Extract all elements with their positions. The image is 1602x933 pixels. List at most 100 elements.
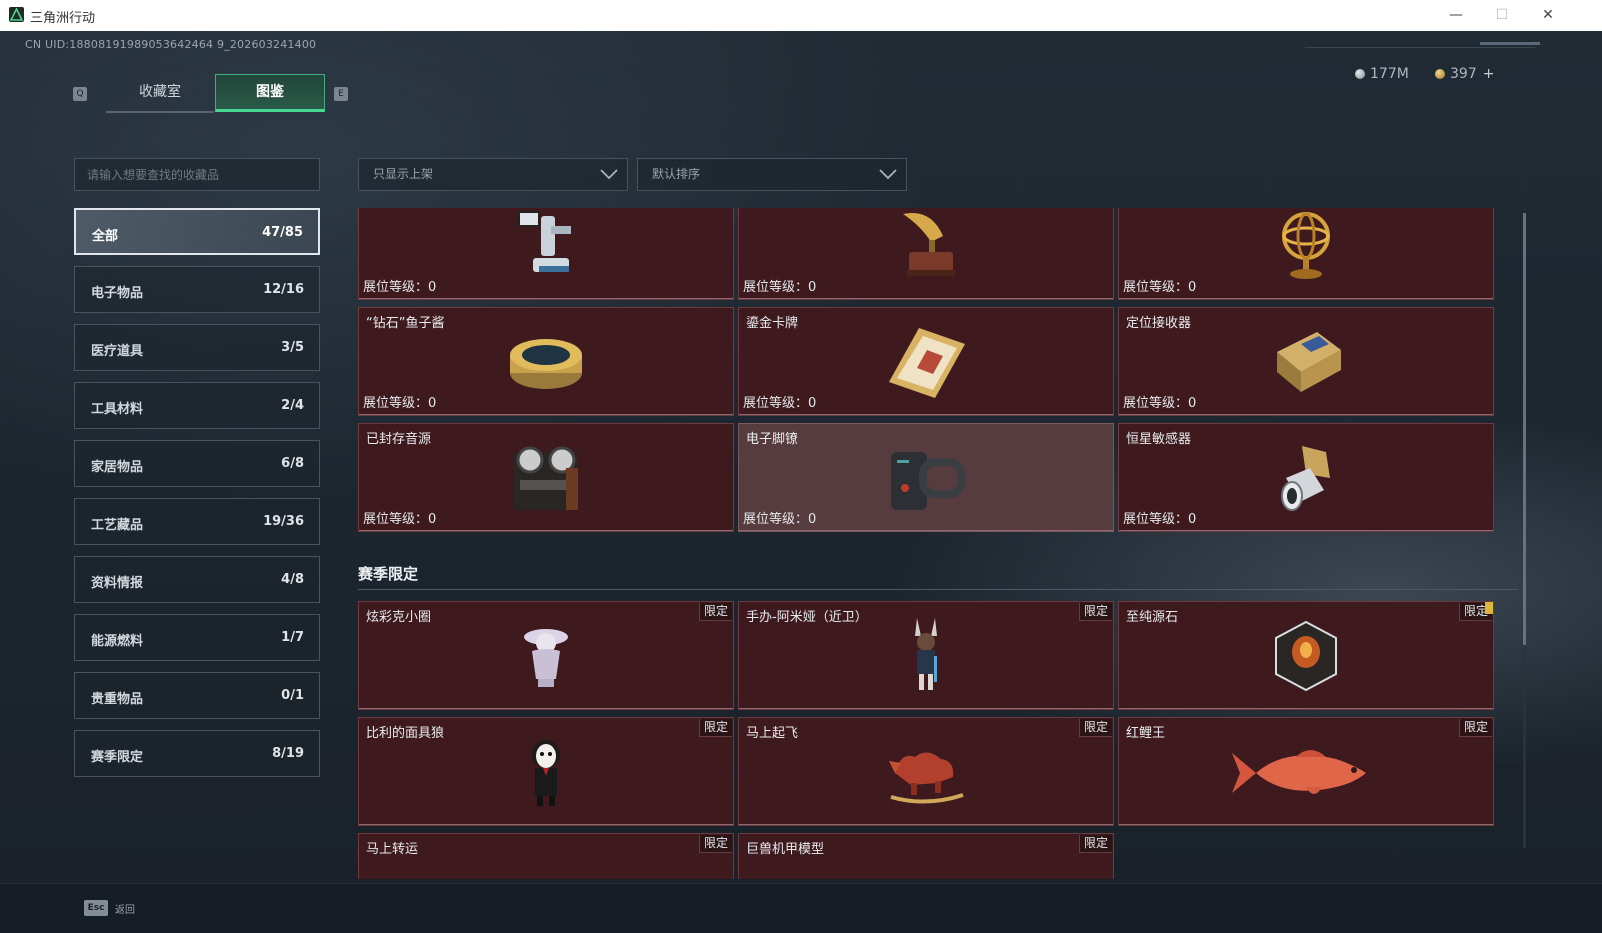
category-intel[interactable]: 资料情报 4/8: [74, 556, 320, 603]
limited-badge: 限定: [1078, 719, 1112, 737]
category-name: 工艺藏品: [91, 518, 144, 533]
scrollbar-thumb[interactable]: [1523, 213, 1526, 645]
maximize-button[interactable]: ☐: [1479, 0, 1525, 31]
collectible-card[interactable]: 马上转运 限定: [358, 833, 734, 879]
collectible-card[interactable]: 鎏金卡牌 展位等级：0: [738, 307, 1114, 416]
booth-level: 展位等级：0: [1123, 512, 1197, 527]
gold-amount: 397: [1450, 66, 1477, 82]
category-tools[interactable]: 工具材料 2/4: [74, 382, 320, 429]
gold-currency[interactable]: 397 +: [1435, 66, 1494, 82]
window-title: 三角洲行动: [30, 11, 96, 26]
category-name: 电子物品: [91, 286, 144, 301]
category-count: 4/8: [281, 572, 304, 587]
back-button[interactable]: 返回: [115, 901, 135, 916]
collectible-card[interactable]: 已封存音源 展位等级：0: [358, 423, 734, 532]
collectible-name: 已封存音源: [366, 432, 432, 447]
prev-tab-key-hint[interactable]: Q: [73, 87, 87, 101]
tab-collection-room[interactable]: 收藏室: [106, 74, 214, 113]
category-name: 能源燃料: [91, 634, 144, 649]
category-energy[interactable]: 能源燃料 1/7: [74, 614, 320, 661]
collectible-name: 恒星敏感器: [1126, 432, 1192, 447]
gold-coin-icon: [1435, 69, 1445, 79]
reel-recorder-icon: [514, 446, 578, 510]
category-count: 1/7: [281, 630, 304, 645]
esc-key-hint[interactable]: Esc: [84, 900, 108, 916]
category-season-limited[interactable]: 赛季限定 8/19: [74, 730, 320, 777]
minimize-button[interactable]: —: [1433, 0, 1479, 31]
divider-accent: [1480, 42, 1540, 45]
collectible-card[interactable]: 比利的面具狼 限定: [358, 717, 734, 826]
category-valuables[interactable]: 贵重物品 0/1: [74, 672, 320, 719]
booth-level: 展位等级：0: [1123, 280, 1197, 295]
category-medical[interactable]: 医疗道具 3/5: [74, 324, 320, 371]
category-household[interactable]: 家居物品 6/8: [74, 440, 320, 487]
add-currency-button[interactable]: +: [1483, 66, 1495, 82]
collectible-card[interactable]: 手办-阿米娅（近卫） 限定: [738, 601, 1114, 710]
collectible-card[interactable]: 定位接收器 展位等级：0: [1118, 307, 1494, 416]
caviar-tin-icon: [510, 338, 582, 389]
category-electronics[interactable]: 电子物品 12/16: [74, 266, 320, 313]
collectible-card[interactable]: 马上起飞 限定: [738, 717, 1114, 826]
close-button[interactable]: ✕: [1525, 0, 1571, 31]
limited-badge: 限定: [1078, 835, 1112, 853]
rocking-horse-icon: [889, 751, 964, 804]
category-name: 全部: [92, 229, 119, 244]
collectible-card[interactable]: “钻石”鱼子酱 展位等级：0: [358, 307, 734, 416]
collectible-name: 手办-阿米娅（近卫）: [746, 610, 868, 625]
tab-catalog[interactable]: 图鉴: [215, 74, 325, 112]
collectible-card[interactable]: 展位等级：0: [1118, 208, 1494, 300]
category-name: 资料情报: [91, 576, 144, 591]
next-tab-key-hint[interactable]: E: [334, 87, 348, 101]
booth-level: 展位等级：0: [743, 396, 817, 411]
booth-level: 展位等级：0: [743, 280, 817, 295]
collectible-card[interactable]: 电子脚镣 展位等级：0: [738, 423, 1114, 532]
silver-coin-icon: [1355, 69, 1365, 79]
user-uid: CN UID:18808191989053642464 9_2026032414…: [25, 38, 317, 51]
limited-badge: 限定: [698, 603, 732, 621]
category-name: 工具材料: [91, 402, 144, 417]
gramophone-icon: [903, 212, 955, 276]
collectible-card[interactable]: 至纯源石 限定: [1118, 601, 1494, 710]
collectible-name: 巨兽机甲模型: [746, 842, 825, 857]
collectible-card[interactable]: 展位等级：0: [738, 208, 1114, 300]
category-crafts[interactable]: 工艺藏品 19/36: [74, 498, 320, 545]
collectible-card[interactable]: 巨兽机甲模型 限定: [738, 833, 1114, 879]
limited-badge: 限定: [1458, 719, 1492, 737]
booth-level: 展位等级：0: [363, 396, 437, 411]
collectible-name: “钻石”鱼子酱: [366, 316, 445, 331]
section-title-season: 赛季限定: [358, 565, 419, 583]
category-count: 19/36: [263, 514, 304, 529]
chevron-down-icon: [600, 169, 618, 180]
category-count: 0/1: [281, 688, 304, 703]
collectible-name: 比利的面具狼: [366, 726, 445, 741]
collectible-search-input[interactable]: [74, 158, 320, 191]
window-titlebar: 三角洲行动 — ☐ ✕: [0, 0, 1602, 32]
collectible-card[interactable]: 恒星敏感器 展位等级：0: [1118, 423, 1494, 532]
collection-screen: CN UID:18808191989053642464 9_2026032414…: [0, 31, 1602, 883]
collectible-card[interactable]: 红鲤王 限定: [1118, 717, 1494, 826]
silver-currency: 177M: [1355, 66, 1409, 82]
category-count: 6/8: [281, 456, 304, 471]
originium-crystal-icon: [1275, 620, 1337, 691]
collectible-name: 炫彩克小圈: [366, 610, 432, 625]
figurine-hat-icon: [524, 628, 568, 687]
sort-value: 默认排序: [652, 167, 701, 181]
booth-level: 展位等级：0: [363, 512, 437, 527]
bottom-bar: Esc 返回: [0, 883, 1602, 933]
chevron-down-icon: [879, 169, 897, 180]
season-grid: 炫彩克小圈 限定 手办-阿米娅（近卫） 限定 至纯源石 限定 比利的面具狼 限定…: [358, 601, 1518, 879]
category-name: 贵重物品: [91, 692, 144, 707]
collectible-card[interactable]: 展位等级：0: [358, 208, 734, 300]
availability-filter-value: 只显示上架: [373, 167, 434, 181]
category-count: 8/19: [272, 746, 304, 761]
availability-filter-dropdown[interactable]: 只显示上架: [358, 158, 628, 191]
limited-badge: 限定: [698, 835, 732, 853]
divider: [1305, 47, 1535, 48]
tab-bar: 收藏室 图鉴: [106, 74, 325, 113]
sort-dropdown[interactable]: 默认排序: [637, 158, 907, 191]
category-count: 12/16: [263, 282, 304, 297]
category-all[interactable]: 全部 47/85: [74, 208, 320, 255]
app-logo-icon: [9, 7, 24, 22]
collectible-card[interactable]: 炫彩克小圈 限定: [358, 601, 734, 710]
category-count: 3/5: [281, 340, 304, 355]
